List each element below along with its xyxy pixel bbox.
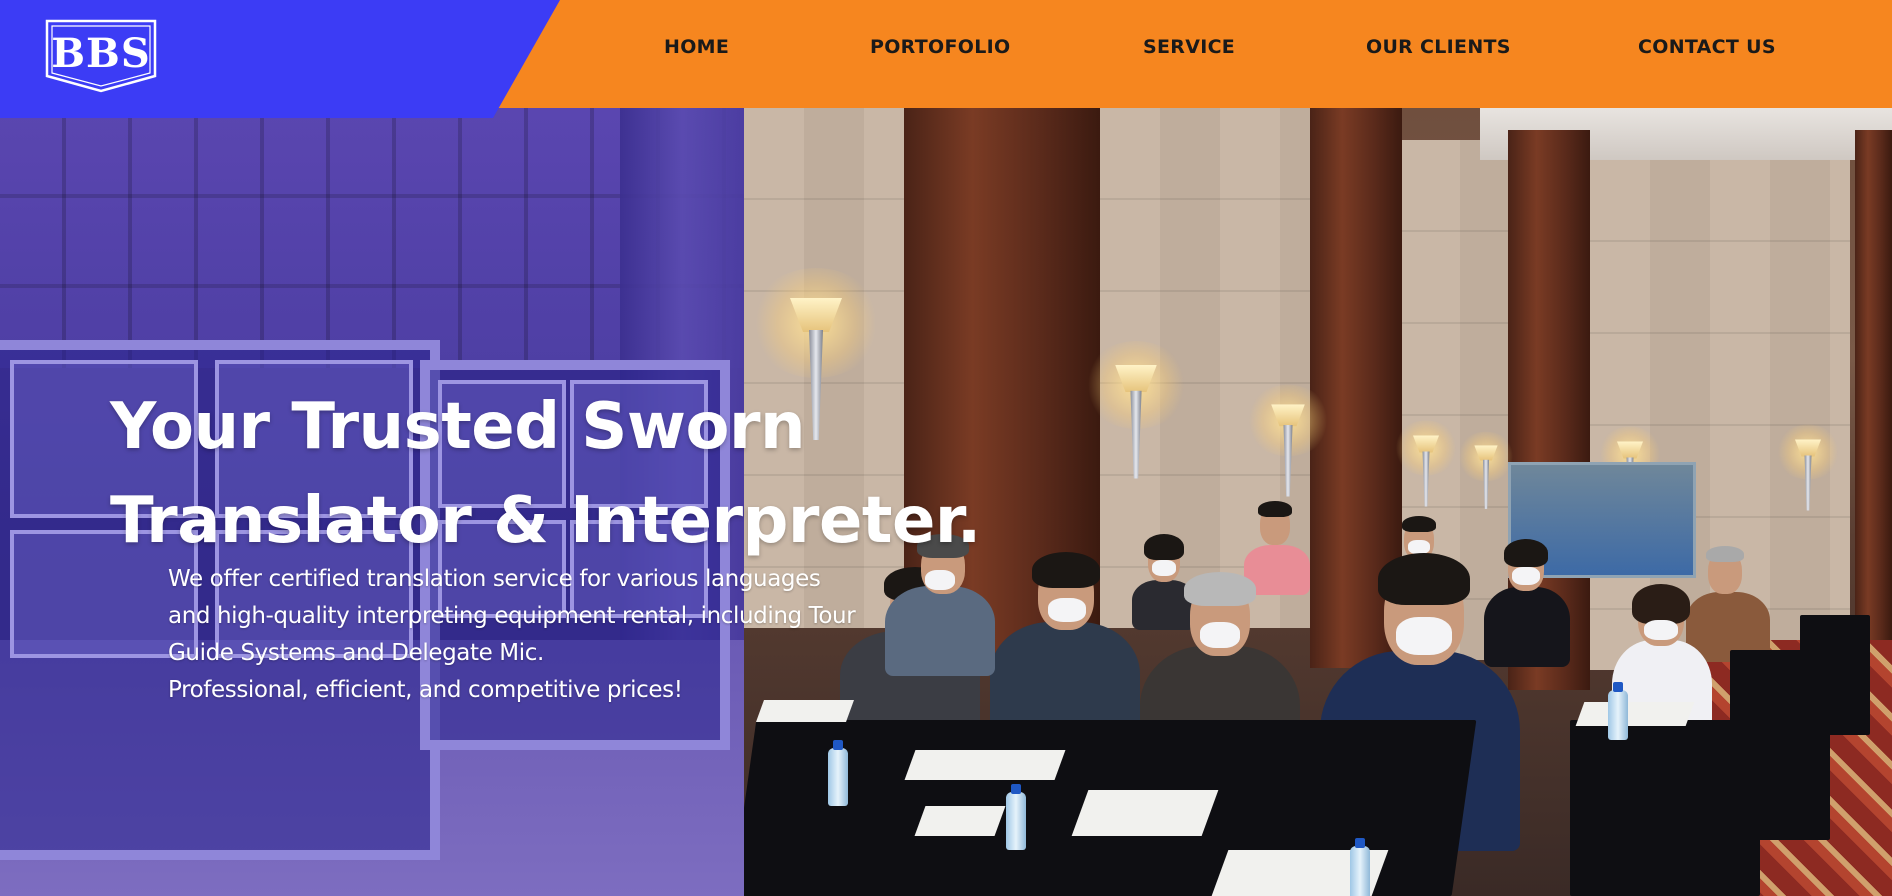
headline-line-1: Your Trusted Sworn bbox=[110, 390, 806, 464]
description-line-3: Guide Systems and Delegate Mic. bbox=[168, 640, 544, 666]
paper bbox=[1071, 790, 1219, 836]
nav-portofolio[interactable]: PORTOFOLIO bbox=[870, 36, 1010, 58]
conference-table bbox=[1800, 615, 1870, 735]
hero-headline: Your Trusted Sworn Translator & Interpre… bbox=[110, 380, 1030, 568]
water-bottle bbox=[1006, 784, 1026, 850]
nav-home[interactable]: HOME bbox=[664, 36, 729, 58]
wall-sconce bbox=[1456, 431, 1516, 513]
paper bbox=[904, 750, 1066, 780]
wall-sconce bbox=[1245, 384, 1331, 502]
wall-sconce bbox=[1393, 420, 1459, 511]
headline-line-2: Translator & Interpreter. bbox=[110, 484, 981, 558]
site-header: BBS HOME PORTOFOLIO SERVICE OUR CLIENTS … bbox=[0, 0, 1892, 118]
wall-sconce bbox=[1083, 341, 1189, 485]
water-bottle bbox=[828, 740, 848, 806]
main-nav: HOME PORTOFOLIO SERVICE OUR CLIENTS CONT… bbox=[0, 36, 1892, 66]
wall-sconce bbox=[1775, 424, 1841, 515]
hero-description: We offer certified translation service f… bbox=[168, 561, 868, 709]
wood-column bbox=[1855, 130, 1892, 690]
nav-contact-us[interactable]: CONTACT US bbox=[1638, 36, 1776, 58]
nav-service[interactable]: SERVICE bbox=[1143, 36, 1235, 58]
paper bbox=[914, 806, 1006, 836]
description-line-1: We offer certified translation service f… bbox=[168, 566, 821, 592]
paper bbox=[1575, 702, 1695, 726]
description-line-2: and high-quality interpreting equipment … bbox=[168, 603, 856, 629]
water-bottle bbox=[1350, 838, 1370, 896]
nav-our-clients[interactable]: OUR CLIENTS bbox=[1366, 36, 1511, 58]
water-bottle bbox=[1608, 682, 1628, 740]
description-line-4: Professional, efficient, and competitive… bbox=[168, 677, 683, 703]
